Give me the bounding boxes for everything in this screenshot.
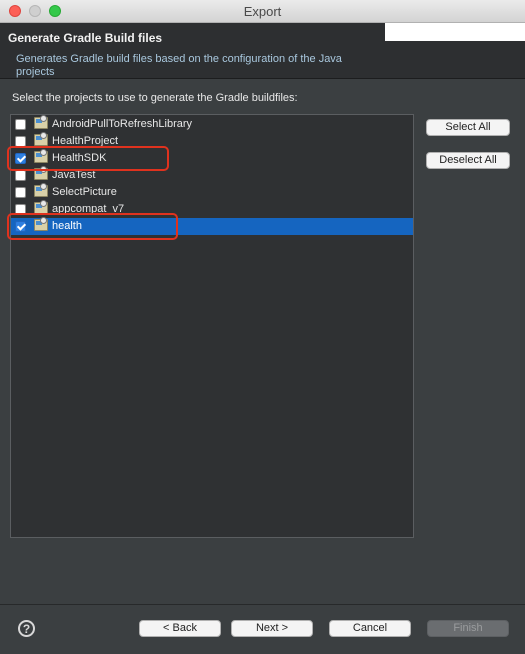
deselect-all-button[interactable]: Deselect All xyxy=(426,152,510,169)
project-checkbox[interactable] xyxy=(15,170,26,181)
back-button[interactable]: < Back xyxy=(139,620,221,637)
help-icon[interactable]: ? xyxy=(18,620,35,637)
annotation-box-health xyxy=(7,213,178,240)
project-label: AndroidPullToRefreshLibrary xyxy=(52,118,193,130)
project-row[interactable]: SelectPicture xyxy=(11,183,413,201)
window-titlebar: Export xyxy=(0,0,525,23)
wizard-header: Generate Gradle Build files Generates Gr… xyxy=(0,23,525,79)
project-label: SelectPicture xyxy=(52,186,117,198)
java-project-icon xyxy=(34,115,48,129)
header-banner-image xyxy=(385,23,525,41)
finish-button[interactable]: Finish xyxy=(427,620,509,637)
project-list[interactable]: AndroidPullToRefreshLibrary HealthProject… xyxy=(10,114,414,538)
window-title: Export xyxy=(243,4,282,19)
wizard-description: Generates Gradle build files based on th… xyxy=(16,53,342,78)
next-button[interactable]: Next > xyxy=(231,620,313,637)
java-project-icon xyxy=(34,183,48,197)
cancel-button[interactable]: Cancel xyxy=(329,620,411,637)
instruction-label: Select the projects to use to generate t… xyxy=(12,92,298,104)
project-checkbox[interactable] xyxy=(15,187,26,198)
footer-divider xyxy=(0,604,525,605)
project-checkbox[interactable] xyxy=(15,119,26,130)
wizard-title: Generate Gradle Build files xyxy=(8,31,163,45)
annotation-box-healthsdk xyxy=(7,146,169,171)
project-row[interactable]: AndroidPullToRefreshLibrary xyxy=(11,115,413,133)
select-all-button[interactable]: Select All xyxy=(426,119,510,136)
java-project-icon xyxy=(34,132,48,146)
